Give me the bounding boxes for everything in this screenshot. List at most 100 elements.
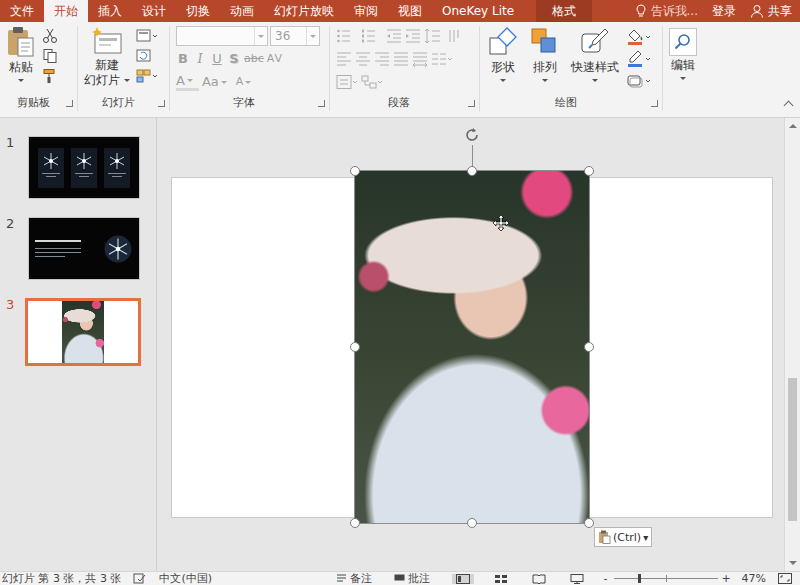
scissors-icon[interactable] — [42, 28, 58, 44]
line-spacing-icon[interactable] — [424, 28, 444, 44]
sorter-view-button[interactable] — [490, 574, 512, 584]
slide-thumbnail[interactable]: 3 — [0, 298, 156, 366]
font-name-field[interactable] — [176, 26, 268, 46]
slide-thumbnail[interactable]: 1 — [0, 136, 156, 199]
font-style-button[interactable]: abc — [244, 50, 264, 68]
dropdown-caret-icon — [245, 81, 251, 84]
justify-icon[interactable] — [393, 51, 409, 67]
format-painter-icon[interactable] — [42, 68, 58, 84]
align-center-icon[interactable] — [355, 51, 371, 67]
increase-indent-icon[interactable] — [405, 28, 421, 44]
resize-handle[interactable] — [350, 518, 360, 528]
rotate-handle-icon[interactable] — [463, 126, 481, 144]
share-button[interactable]: 共享 — [750, 3, 792, 20]
font-size-field[interactable]: 36 — [270, 26, 320, 46]
language-indicator[interactable]: 中文(中国) — [159, 572, 212, 585]
shape-effects-icon[interactable] — [626, 72, 652, 90]
bullets-icon[interactable] — [336, 28, 358, 44]
ribbon-tab[interactable]: OneKey Lite — [432, 0, 524, 22]
decrease-indent-icon[interactable] — [386, 28, 402, 44]
resize-handle[interactable] — [350, 166, 360, 176]
new-slide-button[interactable]: 新建幻灯片 — [82, 26, 132, 88]
dialog-launcher-icon[interactable] — [158, 100, 165, 107]
resize-handle[interactable] — [467, 166, 477, 176]
ribbon-tab[interactable]: 设计 — [132, 0, 176, 22]
dropdown-caret-icon — [187, 79, 193, 82]
font-effect-button[interactable]: A — [176, 73, 199, 91]
drawing-tool-button[interactable]: 快速样式 — [568, 26, 622, 82]
drawing-tool-button[interactable]: 形状 — [484, 26, 522, 82]
tell-me-search[interactable]: 告诉我... — [635, 3, 698, 20]
font-style-button[interactable]: U — [210, 50, 224, 68]
align-text-icon[interactable] — [336, 74, 358, 90]
smartart-icon[interactable] — [361, 74, 383, 90]
dialog-launcher-icon[interactable] — [66, 100, 73, 107]
font-effect-button[interactable]: A — [236, 73, 258, 91]
copy-icon[interactable] — [42, 48, 58, 64]
font-style-button[interactable]: I — [193, 50, 207, 68]
layout-icon[interactable] — [136, 28, 158, 44]
ribbon-tab[interactable]: 幻灯片放映 — [264, 0, 344, 22]
scroll-thumb[interactable] — [788, 378, 797, 521]
dropdown-caret-icon — [500, 79, 506, 82]
dialog-launcher-icon[interactable] — [651, 100, 658, 107]
columns-icon[interactable] — [431, 51, 453, 67]
spell-check-icon[interactable] — [133, 573, 147, 585]
arrange-icon — [529, 26, 561, 58]
dialog-launcher-icon[interactable] — [468, 100, 475, 107]
sign-in-button[interactable]: 登录 — [712, 3, 736, 20]
font-style-button[interactable]: S — [227, 50, 241, 68]
ribbon-tab[interactable]: 开始 — [44, 0, 88, 22]
resize-handle[interactable] — [350, 342, 360, 352]
resize-handle[interactable] — [584, 166, 594, 176]
reset-icon[interactable] — [136, 48, 158, 64]
ribbon-tab[interactable]: 切换 — [176, 0, 220, 22]
font-effect-button[interactable]: Aa — [202, 73, 233, 91]
zoom-in-button[interactable]: + — [722, 572, 730, 585]
dialog-launcher-icon[interactable] — [318, 100, 325, 107]
zoom-slider[interactable] — [614, 578, 718, 579]
resize-handle[interactable] — [584, 518, 594, 528]
photo — [355, 171, 589, 523]
shape-fill-icon[interactable] — [626, 28, 652, 46]
ribbon-tab[interactable]: 视图 — [388, 0, 432, 22]
ribbon-tab[interactable]: 格式 — [536, 0, 592, 22]
zoom-out-button[interactable]: - — [602, 572, 610, 585]
slideshow-view-button[interactable] — [566, 574, 588, 584]
align-right-icon[interactable] — [374, 51, 390, 67]
section-icon[interactable] — [136, 68, 158, 84]
text-direction-icon[interactable] — [447, 28, 463, 44]
collapse-ribbon-icon[interactable] — [784, 101, 794, 111]
align-left-icon[interactable] — [336, 51, 352, 67]
zoom-level[interactable]: 47% — [742, 572, 766, 585]
slide-thumbnail[interactable]: 2 — [0, 217, 156, 280]
paste-options-button[interactable]: (Ctrl)▾ — [594, 527, 652, 547]
notes-button[interactable]: 备注 — [336, 572, 372, 585]
scroll-up-icon[interactable] — [785, 118, 800, 134]
normal-view-button[interactable] — [452, 574, 474, 584]
drawing-tool-button[interactable]: 排列 — [526, 26, 564, 82]
numbering-icon[interactable] — [361, 28, 383, 44]
ribbon-tab[interactable]: 文件 — [0, 0, 44, 22]
picture[interactable] — [355, 171, 589, 523]
reading-view-button[interactable] — [528, 574, 550, 584]
vertical-scrollbar[interactable] — [784, 118, 800, 571]
paste-button[interactable]: 粘贴 — [4, 26, 38, 82]
comments-button[interactable]: 批注 — [394, 572, 430, 585]
ribbon-tab-bar: 文件开始插入设计切换动画幻灯片放映审阅视图OneKey Lite 格式 告诉我...… — [0, 0, 800, 22]
paste-icon — [598, 530, 611, 544]
resize-handle[interactable] — [467, 518, 477, 528]
fit-to-window-icon[interactable] — [778, 573, 792, 584]
font-style-button[interactable]: AV — [267, 50, 283, 68]
editing-button[interactable]: 编辑 — [667, 26, 699, 80]
scroll-down-icon[interactable] — [785, 555, 800, 571]
ribbon-tab[interactable]: 插入 — [88, 0, 132, 22]
distributed-icon[interactable] — [412, 51, 428, 67]
shape-outline-icon[interactable] — [626, 50, 652, 68]
group-label: 绘图 — [480, 95, 662, 111]
ribbon-tab[interactable]: 审阅 — [344, 0, 388, 22]
resize-handle[interactable] — [584, 342, 594, 352]
group-label: 字体 — [170, 95, 329, 111]
font-style-button[interactable]: B — [176, 50, 190, 68]
ribbon-tab[interactable]: 动画 — [220, 0, 264, 22]
